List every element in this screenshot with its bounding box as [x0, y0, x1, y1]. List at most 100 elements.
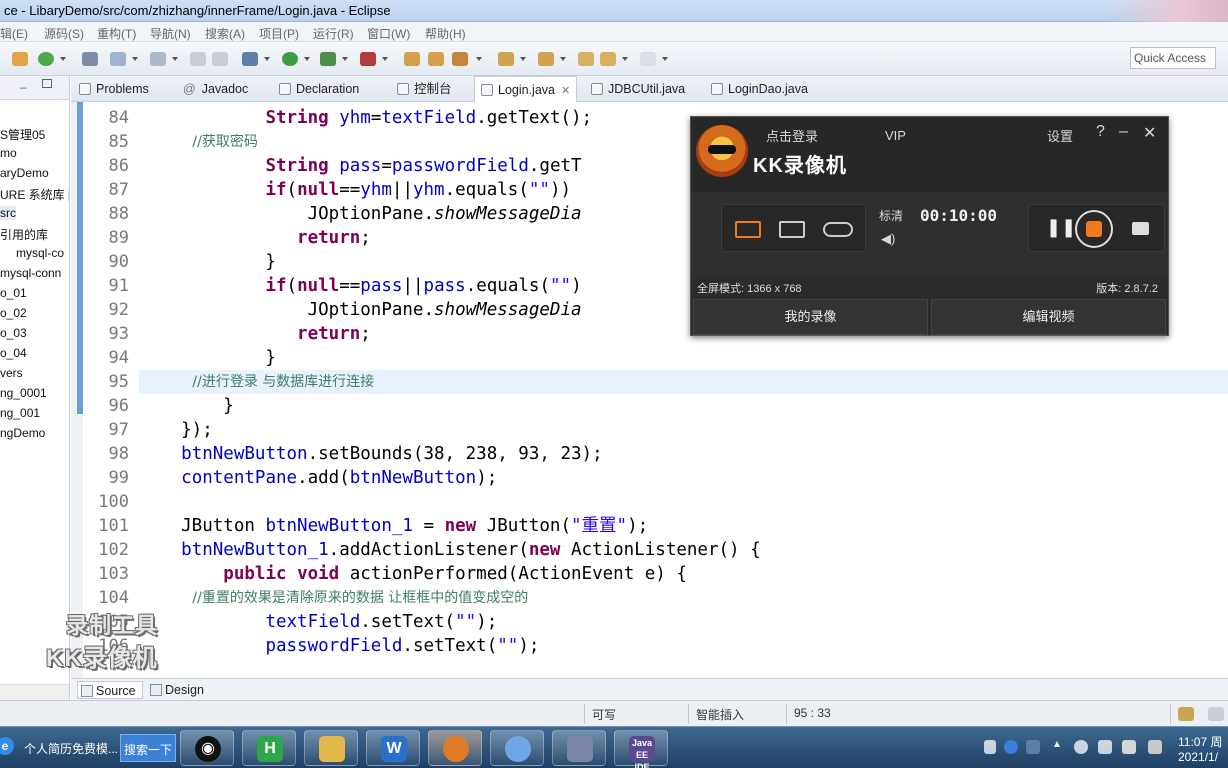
show-hidden-icon[interactable]: ▲	[1052, 739, 1062, 750]
clock-time[interactable]: 11:07 周	[1178, 733, 1222, 750]
minimize-view-icon[interactable]: –	[20, 80, 27, 94]
clock-date[interactable]: 2021/1/	[1178, 750, 1218, 764]
tab-declaration[interactable]: Declaration	[279, 76, 359, 102]
tree-item-selected[interactable]: src	[0, 206, 16, 220]
menu-source[interactable]: 源码(S)	[44, 25, 84, 42]
debug-icon[interactable]	[242, 52, 258, 66]
code-line[interactable]: textField.setText("");	[139, 610, 1228, 634]
settings-link[interactable]: 设置	[1047, 126, 1073, 145]
tree-item[interactable]: URE 系统库 [	[0, 186, 69, 203]
tree-item[interactable]: o_04	[0, 346, 27, 360]
taskbar-paint[interactable]	[552, 730, 606, 766]
search-button[interactable]: 搜索一下	[120, 734, 176, 762]
tree-item[interactable]: 引用的库	[0, 226, 48, 243]
print-icon[interactable]	[190, 52, 206, 66]
new-icon[interactable]	[110, 52, 126, 66]
save-all-icon[interactable]	[212, 52, 228, 66]
tree-item[interactable]: ng_0001	[0, 386, 47, 400]
tree-item[interactable]: vers	[0, 366, 23, 380]
menu-search[interactable]: 搜索(A)	[205, 25, 245, 42]
tab-problems[interactable]: Problems	[79, 76, 149, 102]
speaker-icon[interactable]: ◀)	[881, 231, 895, 247]
login-link[interactable]: 点击登录	[766, 126, 818, 145]
taskbar-qq[interactable]: ◉	[180, 730, 234, 766]
screen-mode-icon[interactable]	[735, 221, 761, 238]
last-edit-icon[interactable]	[578, 52, 594, 66]
taskbar-kk-recorder[interactable]	[428, 730, 482, 766]
tree-item[interactable]: ngDemo	[0, 426, 45, 440]
external-tools-icon[interactable]	[360, 52, 376, 66]
status-tray-icon[interactable]	[1178, 707, 1194, 721]
edit-video-button[interactable]: 编辑视频	[931, 299, 1166, 335]
vip-link[interactable]: VIP	[885, 128, 906, 143]
volume-icon[interactable]	[1098, 740, 1112, 754]
taskbar-explorer[interactable]	[304, 730, 358, 766]
menu-run[interactable]: 运行(R)	[313, 25, 354, 42]
taskbar-h-app[interactable]: H	[242, 730, 296, 766]
code-line[interactable]: //重置的效果是清除原来的数据 让框框中的值变成空的	[139, 586, 1228, 610]
code-line[interactable]: btnNewButton_1.addActionListener(new Act…	[139, 538, 1228, 562]
back-icon[interactable]	[600, 52, 616, 66]
menu-refactor[interactable]: 重构(T)	[97, 25, 136, 42]
close-tab-icon[interactable]: ✕	[561, 85, 570, 97]
horizontal-scrollbar[interactable]	[0, 684, 69, 700]
pause-icon[interactable]: ❚❚	[1046, 217, 1076, 238]
my-recordings-button[interactable]: 我的录像	[693, 299, 928, 335]
status-tray-icon-2[interactable]	[1208, 707, 1224, 721]
ie-icon[interactable]: e	[0, 737, 14, 755]
code-line[interactable]: JButton btnNewButton_1 = new JButton("重置…	[139, 514, 1228, 538]
tree-item[interactable]: o_02	[0, 306, 27, 320]
tree-item[interactable]: o_03	[0, 326, 27, 340]
tab-jdbcutil-java[interactable]: JDBCUtil.java	[591, 76, 685, 102]
taskbar-cloud[interactable]	[490, 730, 544, 766]
tab-source[interactable]: Source	[77, 681, 143, 699]
stop-record-button[interactable]	[1075, 210, 1113, 248]
tab-javadoc[interactable]: @ Javadoc	[183, 76, 248, 102]
keyboard-icon[interactable]	[984, 740, 996, 754]
tree-item[interactable]: ng_001	[0, 406, 40, 420]
forward-icon[interactable]	[640, 52, 656, 66]
quality-label[interactable]: 标清	[879, 207, 903, 224]
taskbar-wps[interactable]: W	[366, 730, 420, 766]
menu-edit[interactable]: 辑(E)	[0, 25, 28, 42]
flag-icon[interactable]	[1122, 740, 1136, 754]
tab-design[interactable]: Design	[147, 681, 204, 699]
tree-item[interactable]: o_01	[0, 286, 27, 300]
code-line[interactable]: contentPane.add(btnNewButton);	[139, 466, 1228, 490]
code-line[interactable]: });	[139, 418, 1228, 442]
menu-help[interactable]: 帮助(H)	[425, 25, 466, 42]
screenshot-camera-icon[interactable]	[1132, 222, 1149, 235]
help-icon[interactable]: ?	[1096, 123, 1105, 141]
open-type-icon[interactable]	[404, 52, 420, 66]
tree-item[interactable]: aryDemo	[0, 166, 49, 180]
game-mode-icon[interactable]	[823, 222, 853, 237]
tray-icon[interactable]	[1026, 740, 1040, 754]
tree-item[interactable]: mo	[0, 146, 17, 160]
menu-window[interactable]: 窗口(W)	[367, 25, 410, 42]
taskbar-browser-title[interactable]: 个人简历免费模...	[24, 740, 118, 757]
prev-annotation-icon[interactable]	[538, 52, 554, 66]
tab-console[interactable]: 控制台	[397, 76, 452, 102]
region-mode-icon[interactable]	[779, 221, 805, 238]
tab-logindao-java[interactable]: LoginDao.java	[711, 76, 808, 102]
code-line[interactable]: //进行登录 与数据库进行连接	[139, 370, 1228, 394]
new-wizard-icon[interactable]	[12, 52, 28, 66]
save-icon[interactable]	[150, 52, 166, 66]
tree-item-jar[interactable]: mysql-co	[16, 246, 64, 260]
code-line[interactable]: public void actionPerformed(ActionEvent …	[139, 562, 1228, 586]
close-icon[interactable]: ✕	[1143, 123, 1156, 143]
network-icon[interactable]	[1074, 740, 1088, 754]
search-tool-icon[interactable]	[452, 52, 468, 66]
taskbar-javaee-ide[interactable]: Java EE IDE	[614, 730, 668, 768]
code-line[interactable]: }	[139, 394, 1228, 418]
tree-item-jar[interactable]: mysql-conn	[0, 266, 61, 280]
coverage-icon[interactable]	[320, 52, 336, 66]
help-icon[interactable]	[1004, 740, 1018, 754]
code-line[interactable]: }	[139, 346, 1228, 370]
quick-access-input[interactable]: Quick Access	[1130, 47, 1216, 69]
code-line[interactable]: passwordField.setText("");	[139, 634, 1228, 658]
tab-login-java[interactable]: Login.java ✕	[474, 76, 578, 102]
code-line[interactable]	[139, 490, 1228, 514]
run-config-icon[interactable]	[38, 52, 54, 66]
pin-icon[interactable]	[82, 52, 98, 66]
